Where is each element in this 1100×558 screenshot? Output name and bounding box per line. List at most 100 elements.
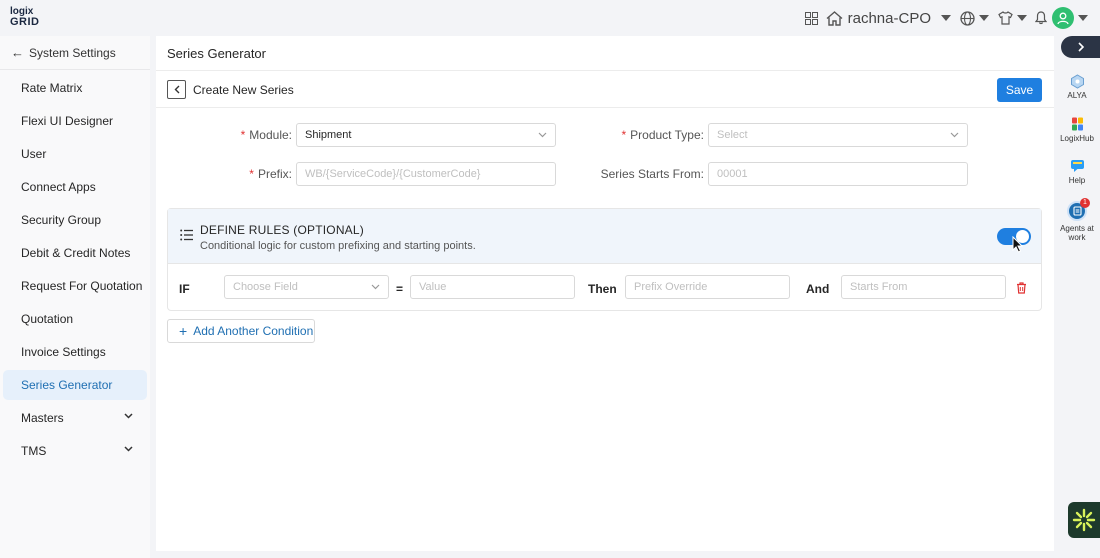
module-label-text: Module: [249, 128, 289, 142]
value-input[interactable]: Value: [410, 275, 575, 299]
sidebar-item-tms[interactable]: TMS: [3, 436, 147, 466]
arrow-left-icon: ←: [11, 45, 24, 60]
logixgrid-logo[interactable]: logix GRID: [10, 7, 40, 28]
sidebar-item-label: Masters: [21, 411, 64, 425]
rail-item-logixhub[interactable]: LogixHub: [1056, 116, 1098, 143]
required-asterisk: *: [249, 167, 254, 181]
sidebar-item-label: Debit & Credit Notes: [21, 246, 131, 260]
module-select[interactable]: Shipment: [296, 123, 556, 147]
profile-dropdown-caret-icon[interactable]: [1078, 15, 1088, 21]
notification-badge: 1: [1080, 198, 1090, 208]
system-settings-label: System Settings: [29, 45, 116, 60]
sidebar-item-rate-matrix[interactable]: Rate Matrix: [3, 73, 147, 103]
chevron-down-icon: [124, 413, 133, 419]
required-asterisk: *: [240, 128, 246, 142]
sidebar-item-label: Rate Matrix: [21, 81, 83, 95]
then-label: Then: [588, 282, 617, 296]
product-type-label: * Product Type :: [596, 123, 704, 147]
sidebar-item-label: TMS: [21, 444, 47, 458]
alya-icon: [1069, 73, 1085, 89]
logo-text-line2: GRID: [10, 16, 40, 28]
rail-collapse-button[interactable]: [1061, 36, 1100, 58]
sidebar-item-label: Invoice Settings: [21, 345, 106, 359]
rail-item-label: LogixHub: [1060, 134, 1094, 143]
sparkle-icon: [1072, 508, 1096, 532]
choose-field-select[interactable]: Choose Field: [224, 275, 389, 299]
theme-dropdown-caret-icon[interactable]: [1017, 15, 1027, 21]
sidebar-item-user[interactable]: User: [3, 139, 147, 169]
rail-item-agents-at-work[interactable]: 1 Agents at work: [1056, 198, 1098, 242]
system-settings-back-link[interactable]: ← System Settings: [0, 36, 150, 70]
prefix-override-input[interactable]: Prefix Override: [625, 275, 790, 299]
sidebar-item-masters[interactable]: Masters: [3, 403, 147, 433]
module-select-value: Shipment: [305, 129, 352, 141]
main-panel: Series Generator Create New Series Save …: [156, 36, 1054, 551]
label-colon: :: [700, 128, 704, 142]
prefix-label: * Prefix :: [216, 162, 292, 186]
form-header: Create New Series Save: [156, 72, 1054, 108]
sidebar-item-label: Quotation: [21, 312, 74, 326]
if-label: IF: [179, 282, 190, 296]
prefix-override-placeholder: Prefix Override: [634, 281, 708, 293]
language-dropdown-caret-icon[interactable]: [979, 15, 989, 21]
and-label: And: [806, 282, 830, 296]
sidebar: ← System Settings Rate Matrix Flexi UI D…: [0, 36, 150, 558]
sidebar-item-flexi-ui-designer[interactable]: Flexi UI Designer: [3, 106, 147, 136]
save-button[interactable]: Save: [997, 78, 1042, 102]
agents-icon: 1: [1067, 198, 1090, 221]
add-another-condition-button[interactable]: + Add Another Condition: [167, 319, 315, 343]
sidebar-item-invoice-settings[interactable]: Invoice Settings: [3, 337, 147, 367]
add-condition-label: Add Another Condition: [193, 324, 314, 338]
back-button[interactable]: [167, 80, 186, 99]
list-icon: [180, 229, 193, 241]
sidebar-item-quotation[interactable]: Quotation: [3, 304, 147, 334]
sidebar-item-label: Request For Quotation: [21, 279, 143, 293]
shirt-icon[interactable]: [996, 11, 1014, 25]
define-rules-description: Conditional logic for custom prefixing a…: [200, 240, 476, 252]
sidebar-item-series-generator[interactable]: Series Generator: [3, 370, 147, 400]
chevron-right-icon: [1077, 42, 1084, 52]
bell-icon[interactable]: [1034, 11, 1048, 25]
chevron-down-icon: [371, 284, 380, 290]
chevron-down-icon: [124, 446, 133, 452]
user-avatar[interactable]: [1052, 7, 1074, 29]
prefix-placeholder: WB/{ServiceCode}/{CustomerCode}: [305, 168, 481, 180]
module-label: * Module :: [216, 123, 292, 147]
product-type-placeholder: Select: [717, 129, 748, 141]
prefix-input[interactable]: WB/{ServiceCode}/{CustomerCode}: [296, 162, 556, 186]
sidebar-item-connect-apps[interactable]: Connect Apps: [3, 172, 147, 202]
apps-grid-icon[interactable]: [799, 11, 825, 25]
sidebar-item-request-for-quotation[interactable]: Request For Quotation: [3, 271, 147, 301]
define-rules-title: DEFINE RULES (OPTIONAL): [200, 223, 364, 237]
assistant-widget-button[interactable]: [1068, 502, 1100, 538]
define-rules-panel: DEFINE RULES (OPTIONAL) Conditional logi…: [167, 208, 1042, 311]
globe-icon[interactable]: [958, 10, 976, 26]
sidebar-item-label: User: [21, 147, 47, 161]
top-bar: logix GRID rachna-CPO: [0, 0, 1100, 36]
label-colon: :: [700, 167, 704, 181]
right-rail: [1054, 36, 1100, 558]
rail-item-alya[interactable]: ALYA: [1056, 73, 1098, 100]
sidebar-item-label: Flexi UI Designer: [21, 114, 114, 128]
starts-from-placeholder: Starts From: [850, 281, 908, 293]
product-type-label-text: Product Type: [630, 128, 701, 142]
sidebar-item-debit-credit-notes[interactable]: Debit & Credit Notes: [3, 238, 147, 268]
trash-icon[interactable]: [1016, 282, 1027, 294]
product-type-select[interactable]: Select: [708, 123, 968, 147]
series-starts-from-input[interactable]: 00001: [708, 162, 968, 186]
help-chat-icon: [1069, 158, 1085, 174]
rail-item-label: Help: [1068, 176, 1086, 185]
sidebar-item-label: Series Generator: [21, 378, 113, 392]
starts-from-input[interactable]: Starts From: [841, 275, 1006, 299]
define-rules-header: DEFINE RULES (OPTIONAL) Conditional logi…: [168, 209, 1041, 264]
mouse-cursor-icon: [1012, 236, 1023, 253]
logixhub-icon: [1069, 116, 1085, 132]
sidebar-item-security-group[interactable]: Security Group: [3, 205, 147, 235]
series-starts-from-label: Series Starts From :: [576, 162, 704, 186]
user-name[interactable]: rachna-CPO: [848, 10, 931, 27]
rail-item-help[interactable]: Help: [1056, 158, 1098, 185]
chevron-down-icon: [950, 132, 959, 138]
rail-item-label: Agents at work: [1060, 224, 1094, 242]
home-icon[interactable]: [825, 10, 845, 26]
user-dropdown-caret-icon[interactable]: [941, 15, 951, 21]
